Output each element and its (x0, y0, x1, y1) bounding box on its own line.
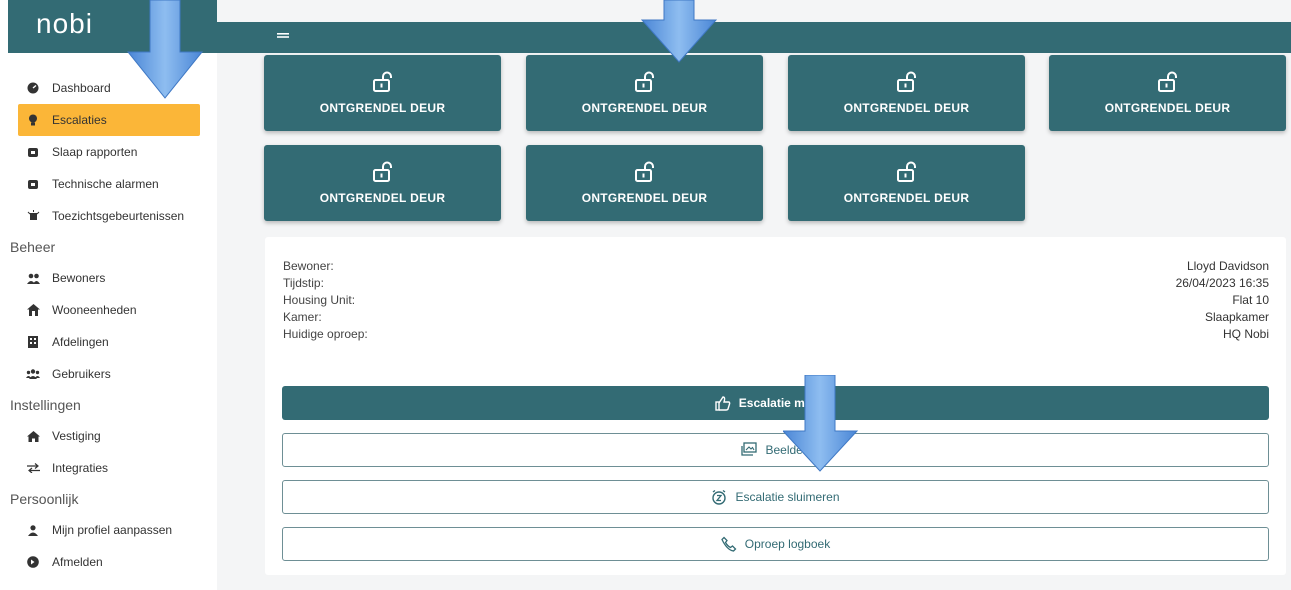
info-value: Slaapkamer (1204, 310, 1269, 324)
unlock-icon (372, 161, 392, 182)
info-value: 26/04/2023 16:35 (1175, 276, 1269, 290)
bulb-icon (26, 113, 40, 127)
unlock-door-button[interactable]: ONTGRENDEL DEUR (1049, 55, 1286, 131)
annotation-arrow-down-icon (126, 0, 204, 99)
sidebar-item-label: Integraties (52, 461, 109, 475)
top-bar (217, 22, 1291, 53)
snooze-clock-icon (711, 489, 727, 505)
alarm-clock-icon (26, 177, 40, 191)
info-label: Tijdstip: (283, 276, 324, 290)
sidebar-item-label: Bewoners (52, 271, 106, 285)
unlock-door-button[interactable]: ONTGRENDEL DEUR (264, 145, 501, 221)
info-label: Bewoner: (283, 259, 334, 273)
sidebar-item-label: Wooneenheden (52, 303, 137, 317)
sidebar-item-slaap-rapporten[interactable]: Slaap rapporten (18, 136, 200, 168)
hamburger-icon[interactable] (277, 28, 289, 44)
thumbs-up-icon (715, 395, 731, 411)
sidebar-item-wooneenheden[interactable]: Wooneenheden (18, 294, 200, 326)
unlock-door-button[interactable]: ONTGRENDEL DEUR (526, 55, 763, 131)
main-content: ONTGRENDEL DEUR ONTGRENDEL DEUR ONTGREND… (217, 0, 1291, 590)
unlock-door-label: ONTGRENDEL DEUR (843, 191, 970, 205)
phone-icon (721, 536, 737, 552)
sidebar-item-label: Toezichtsgebeurtenissen (52, 209, 185, 223)
sidebar-item-profiel[interactable]: Mijn profiel aanpassen (18, 514, 200, 546)
user-icon (26, 523, 40, 537)
home-icon (26, 303, 40, 317)
unlock-icon (634, 161, 654, 182)
sidebar-item-integraties[interactable]: Integraties (18, 452, 200, 484)
building-icon (26, 335, 40, 349)
sidebar-nav: Dashboard Escalaties Slaap rapporten Tec… (10, 72, 200, 578)
sidebar-item-label: Technische alarmen (52, 177, 159, 191)
snooze-escalation-button[interactable]: Escalatie sluimeren (282, 480, 1269, 514)
exchange-icon (26, 461, 40, 475)
unlock-icon (896, 161, 916, 182)
unlock-icon (896, 71, 916, 92)
unlock-door-button[interactable]: ONTGRENDEL DEUR (788, 145, 1025, 221)
info-value: Lloyd Davidson (1186, 259, 1269, 273)
snooze-escalation-label: Escalatie sluimeren (735, 490, 840, 504)
sidebar-item-afmelden[interactable]: Afmelden (18, 546, 200, 578)
escalation-card: Bewoner: Lloyd Davidson Tijdstip: 26/04/… (265, 237, 1286, 575)
unlock-door-label: ONTGRENDEL DEUR (319, 101, 446, 115)
sidebar-item-label: Escalaties (52, 113, 107, 127)
info-label: Huidige oproep: (283, 327, 368, 341)
logout-icon (26, 555, 40, 569)
sidebar-item-afdelingen[interactable]: Afdelingen (18, 326, 200, 358)
section-persoonlijk: Persoonlijk (10, 491, 79, 507)
user-group-icon (26, 367, 40, 381)
sidebar-item-vestiging[interactable]: Vestiging (18, 420, 200, 452)
images-icon (741, 442, 758, 458)
info-row-huidige-oproep: Huidige oproep: HQ Nobi (283, 327, 1269, 344)
info-row-housing-unit: Housing Unit: Flat 10 (283, 293, 1269, 310)
info-row-bewoner: Bewoner: Lloyd Davidson (283, 259, 1269, 276)
info-label: Kamer: (283, 310, 322, 324)
users-icon (26, 271, 40, 285)
dashboard-icon (26, 81, 40, 95)
info-value: Flat 10 (1232, 293, 1269, 307)
sidebar-item-bewoners[interactable]: Bewoners (18, 262, 200, 294)
section-instellingen: Instellingen (10, 397, 81, 413)
surveillance-icon (26, 209, 40, 223)
sidebar-item-escalaties[interactable]: Escalaties (18, 104, 200, 136)
call-log-label: Oproep logboek (744, 537, 831, 551)
unlock-door-label: ONTGRENDEL DEUR (1104, 101, 1231, 115)
sidebar-item-label: Afdelingen (52, 335, 109, 349)
sidebar-item-toezichtsgebeurtenissen[interactable]: Toezichtsgebeurtenissen (18, 200, 200, 232)
info-value: HQ Nobi (1222, 327, 1269, 341)
unlock-door-label: ONTGRENDEL DEUR (581, 191, 708, 205)
unlock-icon (1157, 71, 1177, 92)
resolve-escalation-button[interactable]: Escalatie melden (282, 386, 1269, 420)
house-icon (26, 429, 40, 443)
call-log-button[interactable]: Oproep logboek (282, 527, 1269, 561)
escalation-info: Bewoner: Lloyd Davidson Tijdstip: 26/04/… (283, 259, 1269, 344)
sidebar-item-technische-alarmen[interactable]: Technische alarmen (18, 168, 200, 200)
info-row-tijdstip: Tijdstip: 26/04/2023 16:35 (283, 276, 1269, 293)
unlock-door-label: ONTGRENDEL DEUR (319, 191, 446, 205)
logo[interactable]: nobi (36, 8, 93, 40)
section-beheer: Beheer (10, 239, 56, 255)
sidebar-item-label: Dashboard (52, 81, 111, 95)
sidebar-item-label: Slaap rapporten (52, 145, 138, 159)
info-row-kamer: Kamer: Slaapkamer (283, 310, 1269, 327)
images-button[interactable]: Beelden (282, 433, 1269, 467)
sidebar-item-label: Afmelden (52, 555, 103, 569)
unlock-icon (372, 71, 392, 92)
sidebar-item-label: Vestiging (52, 429, 101, 443)
unlock-door-button[interactable]: ONTGRENDEL DEUR (264, 55, 501, 131)
sidebar-item-label: Gebruikers (52, 367, 111, 381)
unlock-icon (634, 71, 654, 92)
info-label: Housing Unit: (283, 293, 356, 307)
sidebar-item-label: Mijn profiel aanpassen (52, 523, 173, 537)
unlock-door-label: ONTGRENDEL DEUR (843, 101, 970, 115)
annotation-arrow-down-icon (640, 0, 718, 63)
annotation-arrow-down-icon (783, 375, 859, 472)
alarm-clock-icon (26, 145, 40, 159)
unlock-door-button[interactable]: ONTGRENDEL DEUR (788, 55, 1025, 131)
unlock-door-button[interactable]: ONTGRENDEL DEUR (526, 145, 763, 221)
sidebar-item-gebruikers[interactable]: Gebruikers (18, 358, 200, 390)
unlock-door-label: ONTGRENDEL DEUR (581, 101, 708, 115)
